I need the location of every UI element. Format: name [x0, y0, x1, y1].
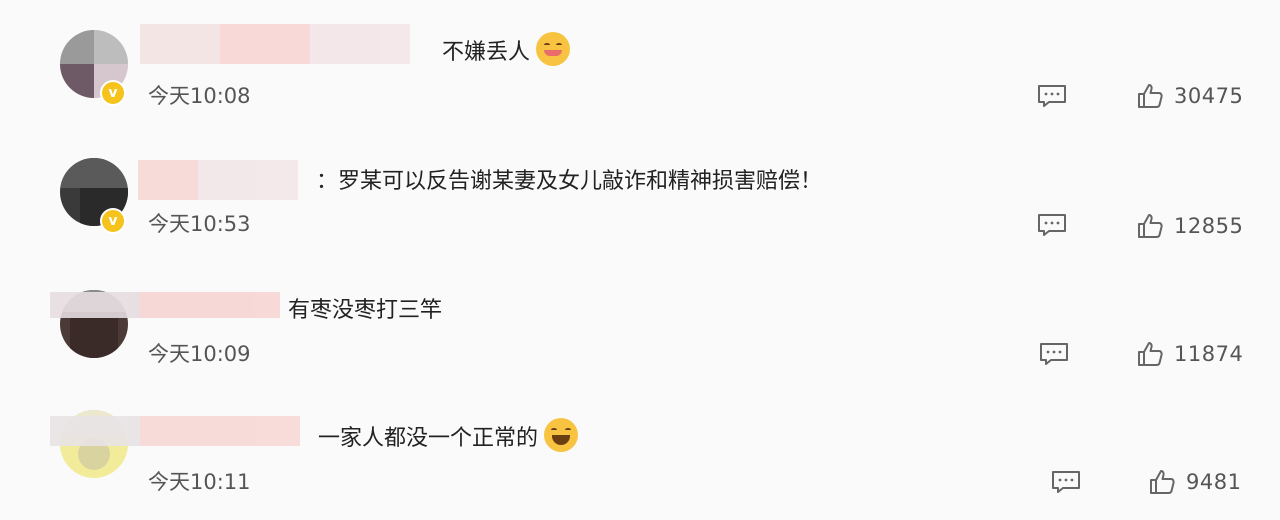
username-blurred[interactable] — [140, 24, 410, 64]
comment-text: 不嫌丢人 — [442, 32, 571, 70]
yum-face-icon — [536, 32, 571, 66]
like-button[interactable]: 30475 — [1136, 82, 1243, 110]
comment-icon[interactable] — [1037, 213, 1067, 237]
like-count: 30475 — [1174, 84, 1244, 108]
comment-item: ：罗某可以反告谢某妻及女儿敲诈和精神损害赔偿！ 今天10:53 12855 — [0, 130, 1280, 260]
username-blurred[interactable] — [138, 160, 298, 200]
username-blurred[interactable] — [50, 292, 280, 318]
verified-badge-icon — [100, 80, 126, 106]
thumbs-up-icon — [1138, 214, 1163, 238]
comment-item: 一家人都没一个正常的 今天10:11 9481 — [0, 390, 1280, 520]
verified-badge-icon — [100, 208, 126, 234]
like-count: 12855 — [1174, 214, 1244, 238]
thumbs-up-icon — [1138, 84, 1163, 108]
comment-text: 一家人都没一个正常的 — [318, 418, 579, 456]
like-count: 9481 — [1186, 470, 1242, 494]
like-button[interactable]: 9481 — [1148, 468, 1241, 496]
comment-item: 不嫌丢人 今天10:08 30475 — [0, 0, 1280, 130]
comment-time: 今天10:53 — [148, 212, 251, 236]
username-blurred[interactable] — [50, 416, 300, 446]
like-button[interactable]: 11874 — [1136, 340, 1243, 368]
comment-text: 有枣没枣打三竿 — [288, 298, 443, 323]
thumbs-up-icon — [1150, 470, 1175, 494]
like-count: 11874 — [1174, 342, 1244, 366]
comment-icon[interactable] — [1051, 470, 1081, 494]
comment-time: 今天10:09 — [148, 342, 251, 366]
comment-time: 今天10:11 — [148, 470, 251, 494]
comment-icon[interactable] — [1039, 342, 1069, 366]
thumbs-up-icon — [1138, 342, 1163, 366]
comment-item: 有枣没枣打三竿 今天10:09 11874 — [0, 260, 1280, 390]
like-button[interactable]: 12855 — [1136, 212, 1243, 240]
laugh-tears-face-icon — [544, 418, 579, 452]
comment-time: 今天10:08 — [148, 84, 251, 108]
comment-text: ：罗某可以反告谢某妻及女儿敲诈和精神损害赔偿！ — [316, 169, 823, 194]
comment-icon[interactable] — [1037, 84, 1067, 108]
